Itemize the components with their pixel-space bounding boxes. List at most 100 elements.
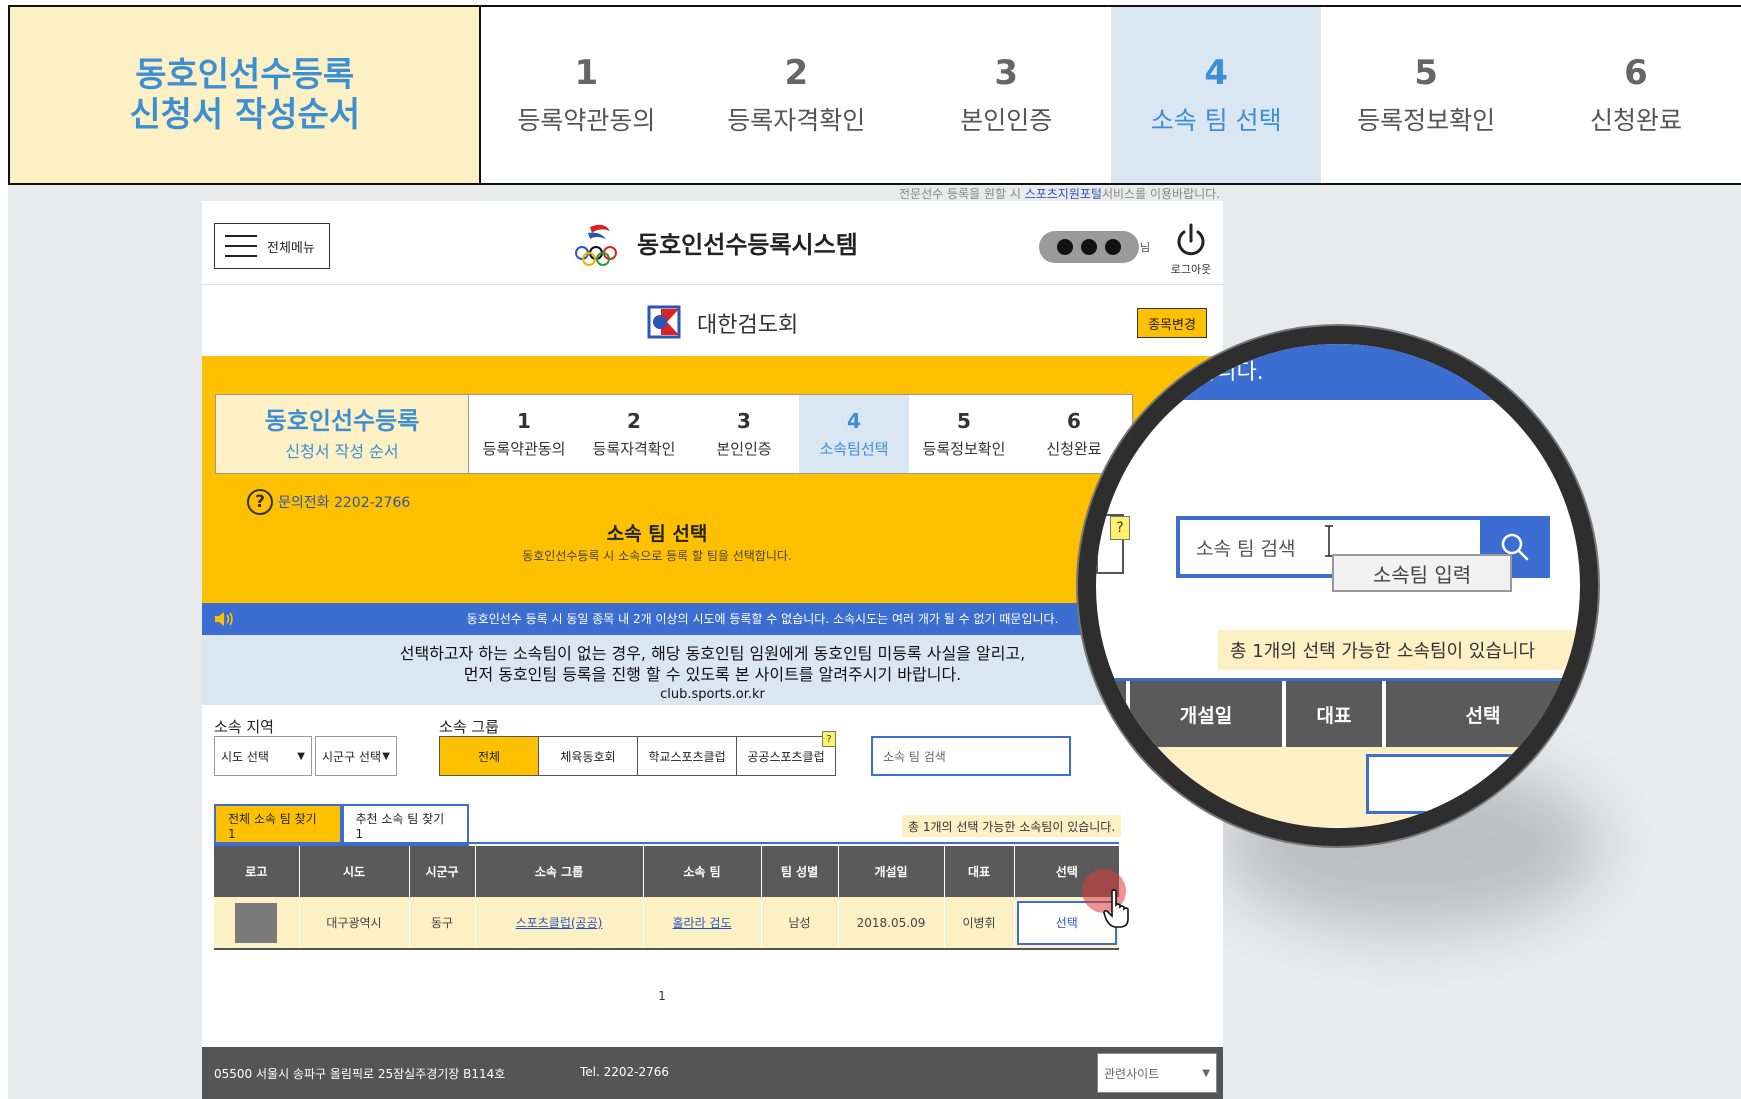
group-public-club-button[interactable]: 공공스포츠클럽 ?	[737, 731, 836, 775]
help-badge-icon[interactable]: ?	[822, 731, 836, 747]
sido-select[interactable]: 시도 선택 ▼	[214, 736, 312, 776]
step-number: 5	[957, 409, 971, 433]
full-menu-button[interactable]: 전체메뉴	[214, 223, 330, 269]
col-rep: 대표	[944, 846, 1015, 897]
magnified-table-header: 개설일 대표 선택	[1096, 681, 1580, 747]
tab-all-teams[interactable]: 전체 소속 팀 찾기 1	[214, 804, 342, 846]
hand-cursor-icon	[1103, 889, 1129, 928]
step-label: 소속 팀 선택	[1150, 106, 1282, 135]
info-url: club.sports.or.kr	[660, 687, 765, 702]
inner-step-3: 3 본인인증	[689, 395, 799, 473]
magnified-count-note: 총 1개의 선택 가능한 소속팀이 있습니다	[1218, 630, 1580, 670]
magnified-help-icon: ?	[1110, 516, 1130, 540]
inner-title: 동호인선수등록 신청서 작성 순서	[216, 395, 469, 473]
text-cursor-icon	[1325, 525, 1333, 557]
full-menu-label: 전체메뉴	[267, 240, 315, 256]
footer: 05500 서울시 송파구 올림픽로 25잠실주경기장 B114호 Tel. 2…	[202, 1047, 1223, 1099]
inner-title-line1: 동호인선수등록	[264, 407, 420, 435]
top-notice-prefix: 전문선수 등록을 원할 시	[899, 187, 1025, 201]
inner-step-5: 5 등록정보확인	[909, 395, 1019, 473]
tab-recommended-teams[interactable]: 추천 소속 팀 찾기 1	[341, 804, 469, 846]
footer-tel: Tel. 2202-2766	[580, 1065, 670, 1079]
step-label: 등록약관동의	[482, 440, 566, 458]
table-header-row: 로고 시도 시군구 소속 그룹 소속 팀 팀 성별 개설일 대표 선택	[214, 846, 1119, 897]
step-number: 1	[574, 53, 599, 93]
section-title: 소속 팀 선택	[606, 523, 708, 545]
group-button-group: 전체 체육동호회 학교스포츠클럽 공공스포츠클럽 ?	[439, 731, 836, 776]
logout-button[interactable]: 로그아웃	[1162, 221, 1220, 279]
magnified-col-select: 선택	[1386, 681, 1580, 747]
group-label: 소속 그룹	[439, 718, 499, 736]
hamburger-icon	[225, 235, 257, 257]
outer-title: 동호인선수등록 신청서 작성순서	[10, 7, 482, 183]
outer-step-3: 3 본인인증	[901, 7, 1111, 183]
logout-label: 로그아웃	[1170, 263, 1212, 276]
step-label: 본인인증	[716, 440, 772, 458]
top-notice-suffix: 서비스를 이용바랍니다.	[1101, 187, 1220, 201]
outer-title-line1: 동호인선수등록	[135, 55, 355, 95]
cell-sido: 대구광역시	[299, 897, 410, 948]
portal-link[interactable]: 스포츠지원포털	[1025, 187, 1102, 201]
inner-step-2: 2 등록자격확인	[579, 395, 689, 473]
outer-step-1: 1 등록약관동의	[481, 7, 691, 183]
sigungu-select[interactable]: 시군구 선택 ▼	[315, 736, 397, 776]
team-search-input[interactable]: 소속 팀 검색	[871, 736, 1071, 776]
magnified-top-text: 합니다.	[1196, 360, 1264, 385]
col-sigungu: 시군구	[409, 846, 476, 897]
inner-title-line2: 신청서 작성 순서	[285, 442, 399, 461]
inner-step-1: 1 등록약관동의	[469, 395, 579, 473]
step-label: 신청완료	[1046, 440, 1102, 458]
cell-logo	[214, 897, 300, 948]
col-gender: 팀 성별	[761, 846, 839, 897]
group-link[interactable]: 스포츠클럽(공공)	[516, 916, 603, 930]
step-number: 4	[1204, 53, 1228, 93]
page-1[interactable]: 1	[658, 989, 666, 1003]
region-label: 소속 지역	[214, 718, 274, 736]
inner-step-4-active: 4 소속팀선택	[799, 395, 909, 473]
team-link[interactable]: 홀라라 검도	[672, 916, 731, 930]
step-label: 등록약관동의	[517, 106, 656, 135]
outer-step-header: 동호인선수등록 신청서 작성순서 1 등록약관동의 2 등록자격확인 3 본인인증 4…	[8, 5, 1741, 185]
kumdo-association-logo-icon	[647, 305, 681, 339]
notice-bar-text: 동호인선수 등록 시 동일 종목 내 2개 이상의 시도에 등록할 수 없습니다…	[466, 612, 1059, 626]
header-divider	[202, 284, 1223, 285]
step-number: 5	[1414, 53, 1438, 93]
magnified-col-rep: 대표	[1286, 681, 1386, 747]
outer-step-2: 2 등록자격확인	[691, 7, 901, 183]
help-question-icon[interactable]: ?	[247, 489, 273, 515]
chevron-down-icon: ▼	[297, 750, 305, 762]
col-team: 소속 팀	[643, 846, 762, 897]
outer-step-5: 5 등록정보확인	[1321, 7, 1531, 183]
related-sites-select[interactable]: 관련사이트 ▼	[1097, 1053, 1217, 1093]
cell-rep: 이병휘	[944, 897, 1015, 948]
group-school-club-button[interactable]: 학교스포츠클럽	[638, 737, 737, 775]
step-number: 6	[1624, 53, 1648, 93]
available-count-note: 총 1개의 선택 가능한 소속팀이 있습니다.	[902, 815, 1122, 837]
change-sport-button[interactable]: 종목변경	[1137, 308, 1207, 338]
group-all-button[interactable]: 전체	[440, 737, 539, 775]
magnified-col-opened: 개설일	[1130, 681, 1286, 747]
inner-step-header: 동호인선수등록 신청서 작성 순서 1 등록약관동의 2 등록자격확인 3 본인인증 …	[215, 394, 1133, 474]
chevron-down-icon: ▼	[382, 750, 390, 762]
group-sports-club-button[interactable]: 체육동호회	[539, 737, 638, 775]
help-phone-text: 문의전화 2202-2766	[278, 495, 411, 511]
magnified-tooltip: 소속팀 입력	[1332, 554, 1512, 592]
team-logo-icon	[235, 902, 278, 943]
sigungu-select-value: 시군구 선택	[322, 749, 382, 764]
notice-bar: 동호인선수 등록 시 동일 종목 내 2개 이상의 시도에 등록할 수 없습니다…	[202, 603, 1223, 635]
org-name: 대한검도회	[697, 313, 799, 338]
step-number: 2	[784, 53, 809, 93]
col-group: 소속 그룹	[475, 846, 644, 897]
cell-team: 홀라라 검도	[643, 897, 762, 948]
magnified-col-edge	[1096, 681, 1130, 747]
site-screenshot: 전체메뉴 동호인선수등록시스템 님 로그아웃 대한검도회 종목변경 동호인선수등…	[202, 201, 1223, 1099]
outer-title-line2: 신청서 작성순서	[129, 95, 361, 135]
step-label: 등록정보확인	[922, 440, 1006, 458]
olympic-logo-icon[interactable]	[570, 221, 626, 269]
step-number: 2	[627, 409, 641, 433]
col-opened: 개설일	[838, 846, 945, 897]
user-name-masked	[1039, 231, 1139, 263]
cell-gender: 남성	[761, 897, 839, 948]
cell-group: 스포츠클럽(공공)	[475, 897, 644, 948]
info-box: 선택하고자 하는 소속팀이 없는 경우, 해당 동호인팀 임원에게 동호인팀 미…	[202, 635, 1223, 705]
